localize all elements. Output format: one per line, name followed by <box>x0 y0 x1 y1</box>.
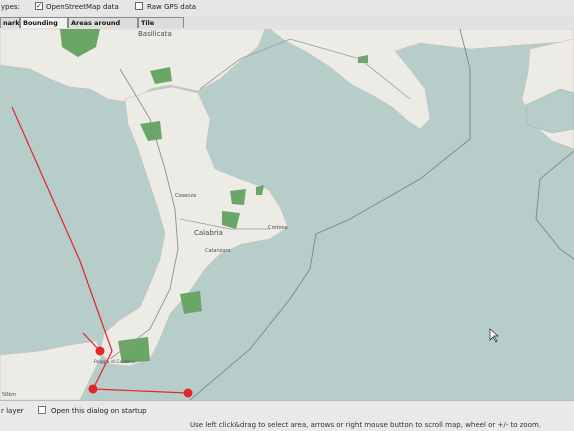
data-sources-row: ypes: ✓ OpenStreetMap data Raw GPS data <box>0 0 574 16</box>
land-calabria <box>99 86 289 367</box>
selection-handle[interactable] <box>95 346 105 356</box>
map-usage-hint: Use left click&drag to select area, arro… <box>190 421 542 429</box>
tab-bookmarks[interactable]: narks <box>0 17 23 28</box>
mouse-cursor-icon <box>489 328 499 343</box>
maritime-boundary <box>535 150 574 260</box>
tab-tile-numbers[interactable]: Tile Numbers <box>138 17 184 38</box>
tab-bounding-box[interactable]: Bounding Box <box>20 17 68 38</box>
selection-handle[interactable] <box>88 384 98 394</box>
label-cosenza: Cosenza <box>175 193 196 199</box>
dialog-footer: r layer Open this dialog on startup Use … <box>0 400 574 431</box>
area-selector-tabs: narks Bounding Box Areas around places T… <box>0 16 574 38</box>
download-dialog: ypes: ✓ OpenStreetMap data Raw GPS data … <box>0 0 574 431</box>
land-campania-basilicata <box>0 29 266 104</box>
osm-data-label: OpenStreetMap data <box>46 3 119 11</box>
forest-area <box>230 189 246 205</box>
open-on-startup-checkbox[interactable] <box>38 406 46 414</box>
data-sources-label: ypes: <box>1 3 20 11</box>
map-canvas[interactable]: Basilicata Cosenza Calabria Crotone Cata… <box>0 29 574 400</box>
label-basilicata: Basilicata <box>138 30 172 38</box>
open-on-startup-label: Open this dialog on startup <box>51 407 147 415</box>
osm-data-checkbox[interactable]: ✓ <box>35 2 43 10</box>
tab-areas-around-places[interactable]: Areas around places <box>68 17 138 38</box>
label-crotone: Crotone <box>268 225 288 231</box>
label-calabria: Calabria <box>194 229 223 237</box>
slippy-map[interactable]: Basilicata Cosenza Calabria Crotone Cata… <box>0 29 574 400</box>
selection-handle[interactable] <box>183 388 193 398</box>
map-scale: 50km <box>2 392 16 398</box>
layer-option-label: r layer <box>1 407 24 415</box>
forest-area <box>180 291 202 314</box>
raw-gps-label: Raw GPS data <box>147 3 197 11</box>
label-reggio: Reggio di Calabria <box>94 359 135 365</box>
raw-gps-checkbox[interactable] <box>135 2 143 10</box>
label-catanzaro: Catanzaro <box>205 248 230 254</box>
